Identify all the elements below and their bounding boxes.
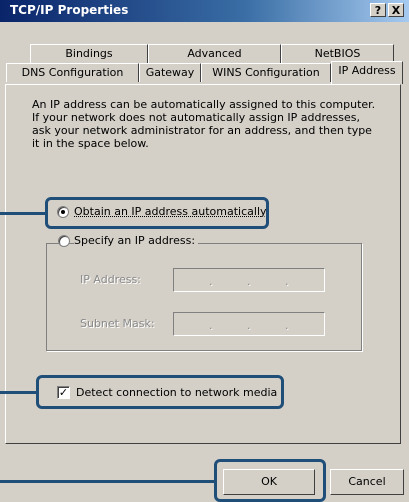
specify-ip-radio[interactable]	[58, 235, 70, 247]
ip-separator-3: .	[285, 275, 289, 288]
subnet-separator-2: .	[247, 319, 251, 332]
tab-bindings[interactable]: Bindings	[30, 44, 148, 63]
ip-address-field[interactable]: . . .	[173, 268, 325, 292]
tab-wins-configuration[interactable]: WINS Configuration	[201, 63, 331, 82]
tab-ip-address[interactable]: IP Address	[331, 61, 403, 84]
obtain-ip-leader-line	[0, 212, 46, 215]
help-button[interactable]: ?	[370, 3, 386, 17]
subnet-separator-1: .	[209, 319, 213, 332]
detect-connection-callout	[36, 375, 284, 409]
ok-button-callout	[214, 459, 326, 502]
ip-address-label: IP Address:	[80, 273, 141, 286]
title-bar[interactable]: TCP/IP Properties ? X	[0, 0, 409, 22]
tab-advanced[interactable]: Advanced	[148, 44, 281, 63]
ok-button-leader-line	[0, 480, 215, 483]
subnet-separator-3: .	[285, 319, 289, 332]
ip-separator-2: .	[247, 275, 251, 288]
detect-connection-leader-line	[0, 391, 37, 394]
tcpip-properties-dialog: TCP/IP Properties ? X Bindings Advanced …	[0, 0, 409, 502]
tab-gateway[interactable]: Gateway	[139, 63, 201, 82]
ip-separator-1: .	[209, 275, 213, 288]
subnet-mask-field[interactable]: . . .	[173, 312, 325, 336]
specify-ip-label[interactable]: Specify an IP address:	[74, 234, 199, 247]
subnet-mask-label: Subnet Mask:	[80, 317, 155, 330]
window-title: TCP/IP Properties	[10, 3, 129, 17]
cancel-button[interactable]: Cancel	[330, 469, 404, 495]
description-text: An IP address can be automatically assig…	[32, 98, 376, 150]
close-button[interactable]: X	[388, 3, 404, 17]
obtain-ip-callout	[45, 197, 269, 229]
tab-dns-configuration[interactable]: DNS Configuration	[6, 63, 139, 82]
